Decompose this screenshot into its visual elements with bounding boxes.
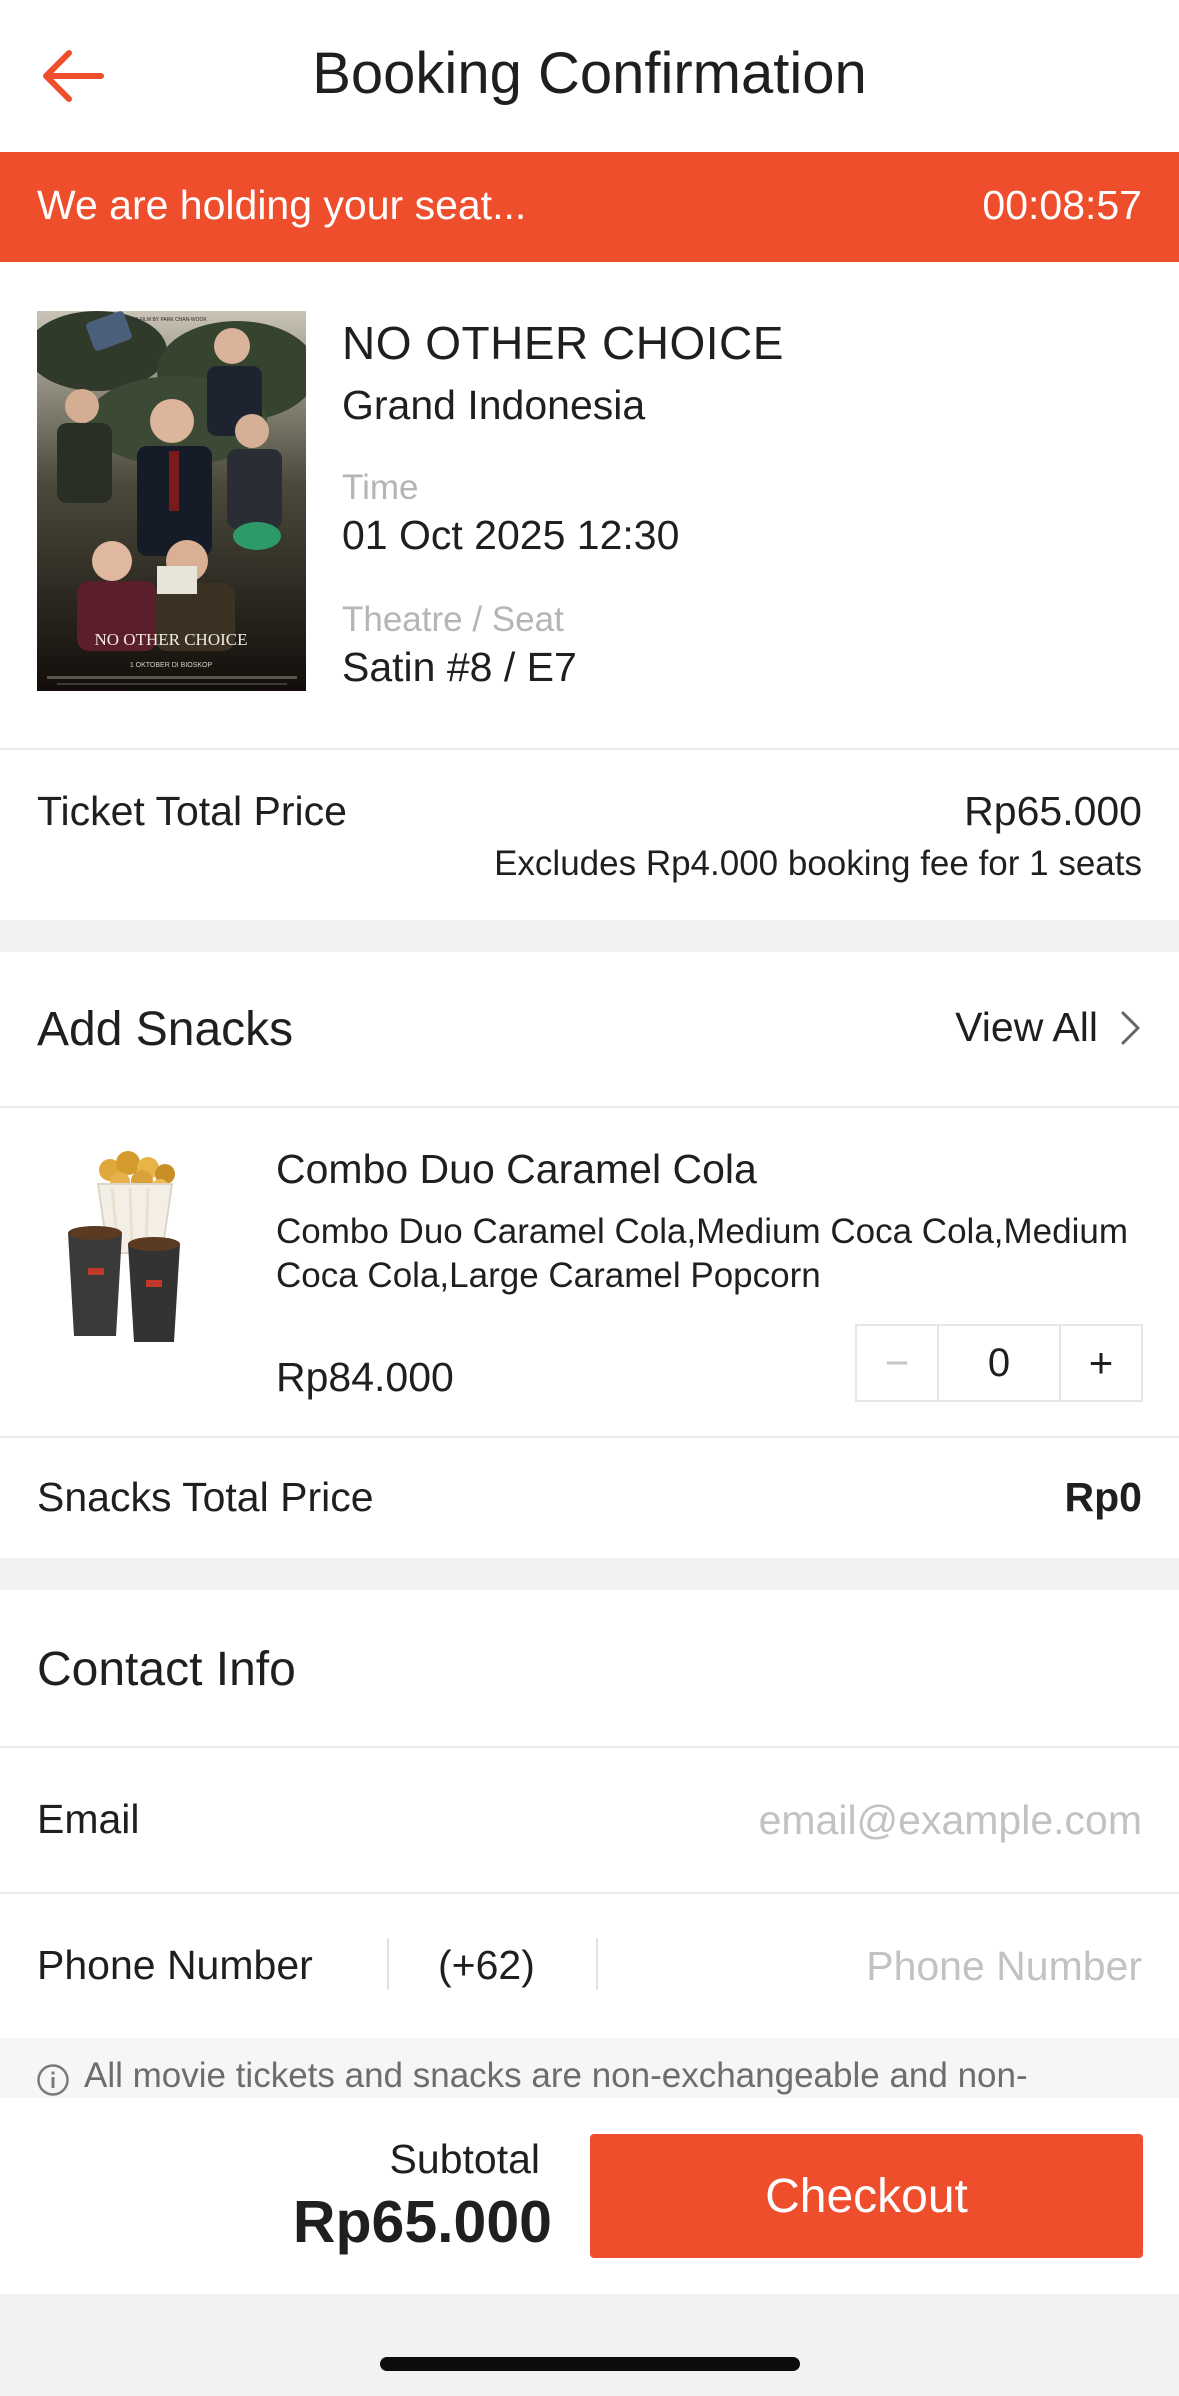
theatre-seat-value: Satin #8 / E7 bbox=[342, 644, 577, 690]
refund-notice: All movie tickets and snacks are non-exc… bbox=[0, 2038, 1179, 2098]
contact-info-header: Contact Info bbox=[0, 1590, 1179, 1746]
ticket-total-label: Ticket Total Price bbox=[37, 788, 347, 834]
svg-text:NO OTHER CHOICE: NO OTHER CHOICE bbox=[95, 630, 248, 649]
view-all-label: View All bbox=[955, 1004, 1098, 1050]
snack-name: Combo Duo Caramel Cola bbox=[276, 1146, 757, 1192]
refund-notice-text: All movie tickets and snacks are non-exc… bbox=[84, 2056, 1028, 2095]
phone-label: Phone Number bbox=[37, 1942, 313, 1988]
snack-item: Combo Duo Caramel Cola Combo Duo Caramel… bbox=[0, 1108, 1179, 1436]
snack-description: Combo Duo Caramel Cola,Medium Coca Cola,… bbox=[276, 1212, 1128, 1295]
quantity-stepper: − 0 + bbox=[855, 1324, 1143, 1402]
cinema-name: Grand Indonesia bbox=[342, 382, 646, 428]
email-row: Email bbox=[0, 1748, 1179, 1892]
snacks-header: Add Snacks View All bbox=[0, 952, 1179, 1106]
email-label: Email bbox=[37, 1796, 140, 1842]
page-title: Booking Confirmation bbox=[312, 41, 867, 106]
home-indicator[interactable] bbox=[380, 2357, 800, 2371]
view-all-snacks-link[interactable]: View All bbox=[955, 1004, 1142, 1051]
country-code-selector[interactable]: (+62) bbox=[438, 1942, 535, 1989]
snack-image bbox=[50, 1148, 220, 1348]
checkout-button[interactable]: Checkout bbox=[590, 2134, 1143, 2258]
increment-button[interactable]: + bbox=[1059, 1326, 1141, 1400]
subtotal-value: Rp65.000 bbox=[292, 2189, 552, 2255]
movie-title: NO OTHER CHOICE bbox=[342, 317, 784, 369]
separator bbox=[596, 1938, 598, 1990]
section-gap bbox=[0, 1558, 1179, 1590]
checkout-bar: Subtotal Rp65.000 Checkout bbox=[0, 2098, 1179, 2294]
ticket-total-row: Ticket Total Price Rp65.000 Excludes Rp4… bbox=[0, 750, 1179, 920]
svg-text:A FILM BY PARK CHAN-WOOK: A FILM BY PARK CHAN-WOOK bbox=[135, 317, 207, 323]
movie-poster: NO OTHER CHOICE 1 OKTOBER DI BIOSKOP A F… bbox=[37, 311, 306, 691]
email-field[interactable] bbox=[582, 1792, 1142, 1848]
snacks-total-value: Rp0 bbox=[1064, 1474, 1142, 1520]
svg-text:1 OKTOBER DI BIOSKOP: 1 OKTOBER DI BIOSKOP bbox=[130, 662, 213, 669]
snack-price: Rp84.000 bbox=[276, 1354, 454, 1400]
snacks-total-row: Snacks Total Price Rp0 bbox=[0, 1438, 1179, 1558]
ticket-total-value: Rp65.000 bbox=[964, 788, 1142, 834]
add-snacks-title: Add Snacks bbox=[37, 1003, 294, 1056]
decrement-button[interactable]: − bbox=[857, 1326, 939, 1400]
quantity-value[interactable]: 0 bbox=[939, 1326, 1059, 1400]
showtime: 01 Oct 2025 12:30 bbox=[342, 512, 680, 558]
seat-hold-message: We are holding your seat... bbox=[37, 182, 527, 228]
separator bbox=[387, 1938, 389, 1990]
phone-row: Phone Number (+62) bbox=[0, 1894, 1179, 2038]
subtotal-label: Subtotal bbox=[389, 2136, 540, 2182]
seat-hold-timer: 00:08:57 bbox=[982, 182, 1142, 228]
home-indicator-area bbox=[0, 2294, 1179, 2396]
snacks-total-label: Snacks Total Price bbox=[37, 1474, 374, 1520]
phone-number-field[interactable] bbox=[642, 1938, 1142, 1994]
seat-hold-banner: We are holding your seat... 00:08:57 bbox=[0, 152, 1179, 262]
contact-info-title: Contact Info bbox=[37, 1643, 296, 1696]
booking-fee-note: Excludes Rp4.000 booking fee for 1 seats bbox=[494, 844, 1142, 883]
chevron-right-icon bbox=[1121, 1011, 1140, 1044]
movie-details: NO OTHER CHOICE 1 OKTOBER DI BIOSKOP A F… bbox=[0, 262, 1179, 748]
time-label: Time bbox=[342, 468, 419, 507]
info-icon bbox=[37, 2064, 69, 2096]
theatre-seat-label: Theatre / Seat bbox=[342, 600, 564, 639]
app-header: Booking Confirmation bbox=[0, 0, 1179, 152]
section-gap bbox=[0, 920, 1179, 952]
